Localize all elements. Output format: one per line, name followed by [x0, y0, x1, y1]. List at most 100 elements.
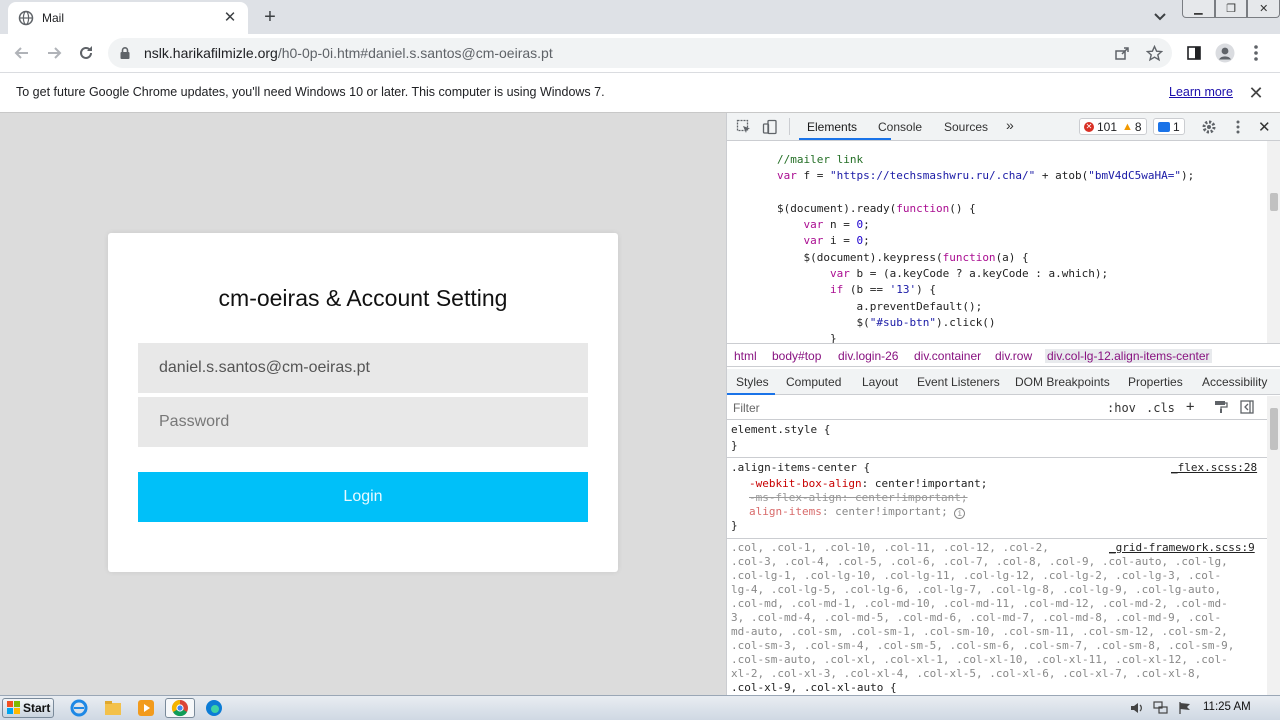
breadcrumb-item[interactable]: div.row — [995, 349, 1032, 363]
styles-scrollbar[interactable] — [1267, 396, 1280, 695]
issues-badge[interactable]: ✕ 101 ▲ 8 — [1079, 118, 1147, 135]
tab-computed[interactable]: Computed — [786, 375, 841, 389]
rule-selector-list[interactable]: xl-2, .col-xl-3, .col-xl-4, .col-xl-5, .… — [731, 667, 1201, 681]
email-field[interactable] — [138, 343, 588, 393]
password-field[interactable] — [138, 397, 588, 447]
browser-tab[interactable]: Mail ✕ — [8, 2, 248, 34]
url-path: /h0-0p-0i.htm#daniel.s.santos@cm-oeiras.… — [277, 45, 553, 61]
menu-kebab-icon[interactable] — [1244, 41, 1268, 65]
file-explorer-icon[interactable] — [98, 698, 128, 718]
scrollbar-thumb[interactable] — [1270, 408, 1278, 450]
start-button[interactable]: Start — [2, 698, 54, 718]
device-toolbar-icon[interactable] — [762, 119, 778, 135]
inspect-element-icon[interactable] — [736, 119, 752, 135]
system-clock[interactable]: 11:25 AM — [1203, 701, 1251, 713]
tab-strip: Mail ✕ + ▁ ❐ ✕ — [0, 0, 1280, 34]
rule-close-brace: } — [731, 439, 738, 452]
settings-gear-icon[interactable] — [1201, 119, 1217, 135]
tab-accessibility[interactable]: Accessibility — [1202, 375, 1267, 389]
rule-selector-list[interactable]: md-auto, .col-sm, .col-sm-1, .col-sm-10,… — [731, 625, 1228, 639]
filter-input[interactable] — [731, 399, 1099, 417]
login-button[interactable]: Login — [138, 472, 588, 522]
tab-close-icon[interactable]: ✕ — [222, 10, 238, 26]
code-scrollbar[interactable] — [1267, 141, 1280, 343]
breadcrumb-item[interactable]: html — [734, 349, 757, 363]
tab-sources[interactable]: Sources — [944, 120, 988, 134]
chrome-taskbar-icon[interactable] — [165, 698, 195, 718]
tab-console[interactable]: Console — [878, 120, 922, 134]
rule-selector-list[interactable]: .col-sm-auto, .col-xl, .col-xl-1, .col-x… — [731, 653, 1228, 667]
active-tab-indicator — [799, 138, 891, 140]
hover-state-toggle[interactable]: :hov — [1107, 401, 1136, 415]
rule-source-link[interactable]: _flex.scss:28 — [1171, 461, 1257, 474]
lock-icon[interactable] — [118, 46, 132, 60]
breadcrumb-item[interactable]: div.container — [914, 349, 981, 363]
screen: Mail ✕ + ▁ ❐ ✕ nslk.harikafilmizle.org/h… — [0, 0, 1280, 720]
tab-elements[interactable]: Elements — [807, 120, 857, 134]
tab-properties[interactable]: Properties — [1128, 375, 1183, 389]
class-toggle[interactable]: .cls — [1146, 401, 1175, 415]
share-icon[interactable] — [1110, 41, 1134, 65]
new-tab-button[interactable]: + — [258, 6, 282, 30]
forward-arrow-icon[interactable] — [42, 41, 66, 65]
rule-selector-list[interactable]: .col, .col-1, .col-10, .col-11, .col-12,… — [731, 541, 1049, 555]
rule-selector-list[interactable]: .col-sm-3, .col-sm-4, .col-sm-5, .col-sm… — [731, 639, 1234, 653]
speaker-icon[interactable] — [1130, 701, 1144, 715]
web-page: cm-oeiras & Account Setting Login — [0, 113, 726, 695]
network-icon[interactable] — [1153, 701, 1169, 715]
rule-selector-list[interactable]: .col-lg-1, .col-lg-10, .col-lg-11, .col-… — [731, 569, 1221, 583]
rule-selector-list[interactable]: .col-md, .col-md-1, .col-md-10, .col-md-… — [731, 597, 1228, 611]
url-host: nslk.harikafilmizle.org — [144, 45, 278, 61]
styles-pane: element.style { } .align-items-center { … — [727, 421, 1267, 695]
learn-more-link[interactable]: Learn more — [1169, 85, 1233, 99]
tab-dom-breakpoints[interactable]: DOM Breakpoints — [1015, 375, 1110, 389]
messages-badge[interactable]: 1 — [1153, 118, 1185, 135]
more-tabs-button[interactable]: » — [1006, 117, 1014, 133]
css-declaration-invalid[interactable]: align-items: center!important; i — [749, 505, 966, 519]
infobar-close-icon[interactable]: ✕ — [1246, 83, 1266, 103]
rule-selector-list[interactable]: 3, .col-md-4, .col-md-5, .col-md-6, .col… — [731, 611, 1221, 625]
breadcrumb-item-selected[interactable]: div.col-lg-12.align-items-center — [1045, 349, 1212, 363]
element-style-selector[interactable]: element.style { — [731, 423, 830, 437]
tab-event-listeners[interactable]: Event Listeners — [917, 375, 1000, 389]
action-center-flag-icon[interactable] — [1178, 701, 1192, 715]
paint-roller-icon[interactable] — [1214, 400, 1228, 414]
address-bar[interactable]: nslk.harikafilmizle.org/h0-0p-0i.htm#dan… — [108, 38, 1172, 68]
code-line: a.preventDefault(); — [777, 300, 983, 313]
code-line: if (b == '13') { — [829, 283, 936, 296]
back-arrow-icon[interactable] — [10, 41, 34, 65]
css-declaration-overridden[interactable]: -ms-flex-align: center!important; — [749, 491, 968, 505]
rule-selector-list[interactable]: lg-4, .col-lg-5, .col-lg-6, .col-lg-7, .… — [731, 583, 1221, 597]
url-text: nslk.harikafilmizle.org/h0-0p-0i.htm#dan… — [144, 45, 553, 61]
media-player-icon[interactable] — [131, 698, 161, 718]
edge-icon[interactable] — [199, 698, 229, 718]
chevron-down-icon[interactable] — [1150, 8, 1170, 26]
new-rule-button[interactable]: + — [1186, 399, 1194, 415]
breadcrumb-item[interactable]: div.login-26 — [838, 349, 898, 363]
infobar-message: To get future Google Chrome updates, you… — [16, 85, 605, 99]
toggle-sidebar-icon[interactable] — [1240, 400, 1254, 414]
reload-icon[interactable] — [74, 41, 98, 65]
internet-explorer-icon[interactable] — [64, 698, 94, 718]
profile-avatar-icon[interactable] — [1213, 41, 1237, 65]
css-declaration[interactable]: -webkit-box-align: center!important; — [749, 477, 987, 491]
message-count: 1 — [1173, 119, 1180, 134]
rule-selector-list[interactable]: .col-3, .col-4, .col-5, .col-6, .col-7, … — [731, 555, 1228, 569]
rule-selector-list[interactable]: .col-xl-9, .col-xl-auto { — [731, 681, 897, 695]
info-icon[interactable]: i — [954, 508, 966, 519]
rule-selector[interactable]: .align-items-center { — [731, 461, 870, 475]
tab-layout[interactable]: Layout — [862, 375, 898, 389]
scrollbar-thumb[interactable] — [1270, 193, 1278, 211]
update-infobar: To get future Google Chrome updates, you… — [0, 72, 1280, 113]
tab-styles[interactable]: Styles — [736, 375, 769, 389]
bookmark-star-icon[interactable] — [1142, 41, 1166, 65]
minimize-icon[interactable]: ▁ — [1182, 0, 1215, 18]
devtools-menu-icon[interactable] — [1235, 119, 1241, 135]
side-panel-icon[interactable] — [1182, 41, 1206, 65]
restore-icon[interactable]: ❐ — [1214, 0, 1248, 18]
source-code-view[interactable]: //mailer link var f = "https://techsmash… — [727, 141, 1267, 343]
breadcrumb-item[interactable]: body#top — [772, 349, 821, 363]
rule-source-link[interactable]: _grid-framework.scss:9 — [1109, 541, 1255, 554]
close-devtools-icon[interactable]: ✕ — [1258, 118, 1271, 136]
close-window-icon[interactable]: ✕ — [1247, 0, 1280, 18]
